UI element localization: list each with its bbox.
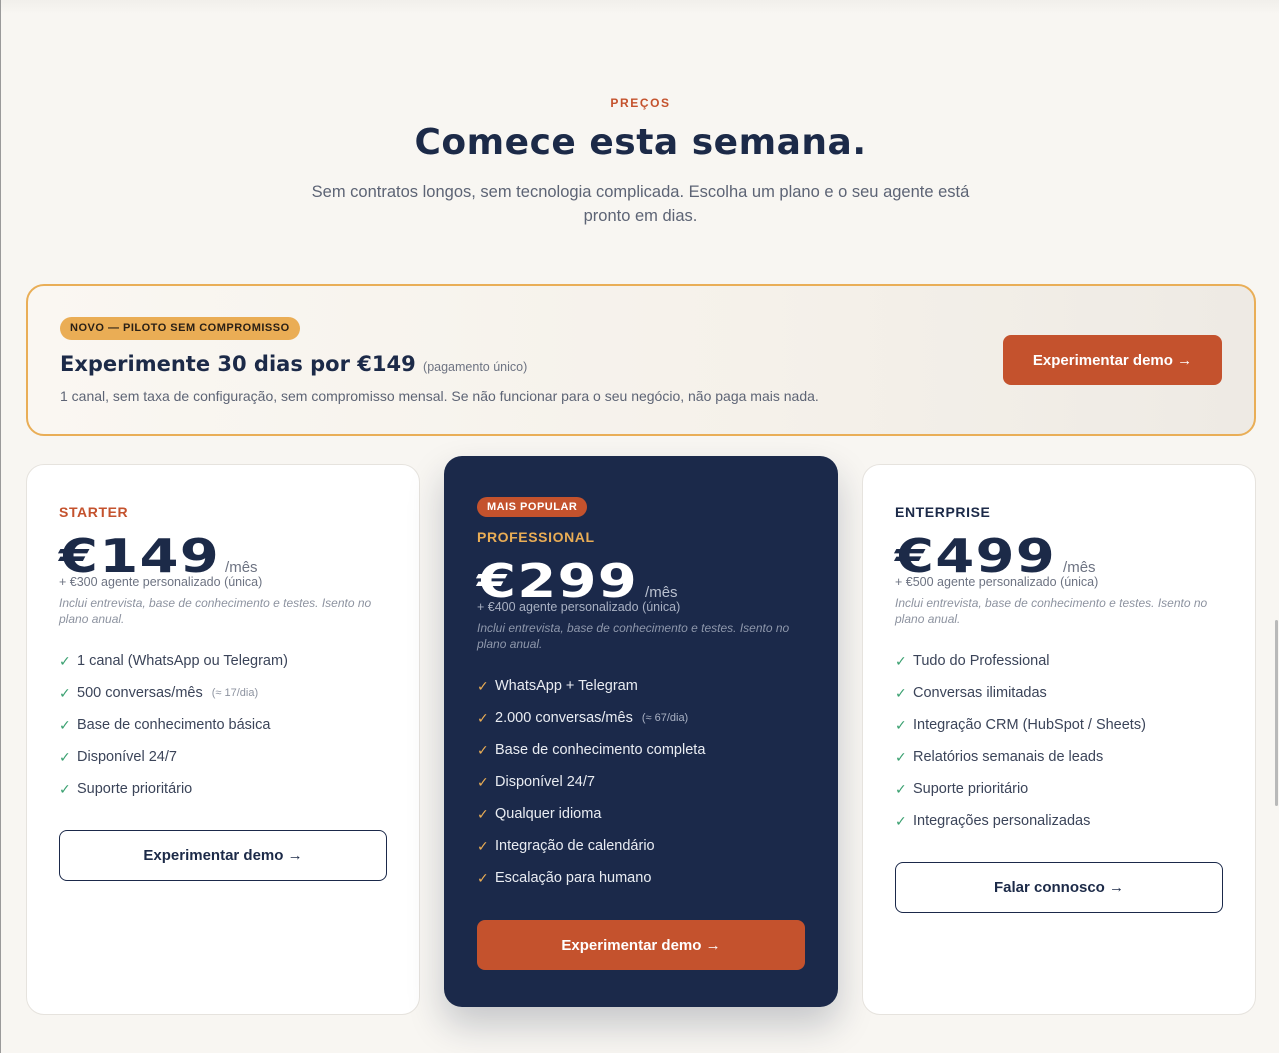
check-icon: ✓ [59,652,71,669]
feature-item: ✓ Disponível 24/7 [59,741,288,773]
pricing-page: PREÇOS Comece esta semana. Sem contratos… [0,0,1279,1053]
setup-note: Inclui entrevista, base de conhecimento … [477,621,790,651]
feature-note: (≈ 17/dia) [211,687,259,699]
setup-fee: + €300 agente personalizado (única) [59,575,263,589]
starter-demo-button[interactable]: Experimentar demo → [59,830,387,881]
feature-text: WhatsApp + Telegram [495,678,638,694]
feature-item: ✓ Suporte prioritário [59,773,288,805]
page-scrollbar[interactable] [1275,0,1279,1053]
feature-text: Base de conhecimento básica [77,717,271,733]
plan-period: /mês [1063,559,1096,576]
feature-text: Suporte prioritário [77,781,193,797]
feature-item: ✓ Integração CRM (HubSpot / Sheets) [895,709,1146,741]
plan-price: €299 [477,554,639,608]
professional-demo-button[interactable]: Experimentar demo → [477,920,805,970]
feature-item: ✓ WhatsApp + Telegram [477,670,705,702]
pilot-demo-button[interactable]: Experimentar demo → [1003,335,1222,385]
plan-card-professional: MAIS POPULAR PROFESSIONAL €299/mês + €40… [444,456,838,1007]
check-icon: ✓ [477,805,489,822]
plan-price: €499 [895,529,1057,583]
check-icon: ✓ [477,741,489,758]
price-row: €149/mês [59,533,258,579]
feature-item: ✓ Escalação para humano [477,862,705,894]
feature-text: 2.000 conversas/mês [495,710,633,726]
feature-item: ✓ 1 canal (WhatsApp ou Telegram) [59,645,288,677]
section-title: Comece esta semana. [414,122,867,163]
check-icon: ✓ [59,684,71,701]
plan-price: €149 [59,529,221,583]
check-icon: ✓ [477,837,489,854]
feature-item: ✓ Base de conhecimento completa [477,734,705,766]
pilot-banner: NOVO — PILOTO SEM COMPROMISSO Experiment… [26,284,1256,436]
setup-note: Inclui entrevista, base de conhecimento … [895,596,1208,626]
plan-card-enterprise: ENTERPRISE €499/mês + €500 agente person… [862,464,1256,1015]
feature-text: 1 canal (WhatsApp ou Telegram) [77,653,288,669]
feature-item: ✓ Qualquer idioma [477,798,705,830]
section-eyebrow: PREÇOS [610,96,671,110]
feature-item: ✓ Suporte prioritário [895,773,1146,805]
check-icon: ✓ [477,773,489,790]
plan-name: STARTER [59,504,129,520]
pilot-badge: NOVO — PILOTO SEM COMPROMISSO [60,317,300,340]
check-icon: ✓ [477,677,489,694]
feature-item: ✓ Base de conhecimento básica [59,709,288,741]
pilot-headline: Experimente 30 dias por €149 (pagamento … [60,352,527,376]
check-icon: ✓ [59,716,71,733]
plan-period: /mês [225,559,258,576]
scrollbar-thumb[interactable] [1275,620,1278,806]
check-icon: ✓ [895,748,907,765]
setup-fee: + €500 agente personalizado (única) [895,575,1099,589]
feature-list: ✓ 1 canal (WhatsApp ou Telegram) ✓ 500 con… [59,645,288,805]
feature-list: ✓ Tudo do Professional ✓ Conversas ilimita… [895,645,1146,837]
pilot-headline-note: (pagamento único) [423,360,528,374]
feature-text: Integração CRM (HubSpot / Sheets) [913,717,1146,733]
plan-period: /mês [645,584,678,601]
enterprise-contact-button[interactable]: Falar connosco → [895,862,1223,913]
check-icon: ✓ [59,780,71,797]
feature-item: ✓ 500 conversas/mês (≈ 17/dia) [59,677,288,709]
setup-fee: + €400 agente personalizado (única) [477,600,681,614]
feature-text: Conversas ilimitadas [913,685,1047,701]
check-icon: ✓ [477,869,489,886]
feature-note: (≈ 67/dia) [641,712,689,724]
feature-item: ✓ 2.000 conversas/mês (≈ 67/dia) [477,702,705,734]
pilot-description: 1 canal, sem taxa de configuração, sem c… [60,388,819,404]
feature-text: Base de conhecimento completa [495,742,706,758]
feature-item: ✓ Relatórios semanais de leads [895,741,1146,773]
price-row: €299/mês [477,558,678,604]
feature-text: Relatórios semanais de leads [913,749,1104,765]
section-subtitle: Sem contratos longos, sem tecnologia com… [311,183,970,225]
feature-text: 500 conversas/mês [77,685,203,701]
feature-text: Integração de calendário [495,838,655,854]
feature-text: Disponível 24/7 [495,774,595,790]
check-icon: ✓ [477,709,489,726]
plan-name: PROFESSIONAL [477,529,595,545]
check-icon: ✓ [895,780,907,797]
feature-item: ✓ Disponível 24/7 [477,766,705,798]
plan-name: ENTERPRISE [895,504,991,520]
feature-item: ✓ Integração de calendário [477,830,705,862]
feature-item: ✓ Tudo do Professional [895,645,1146,677]
feature-list: ✓ WhatsApp + Telegram ✓ 2.000 conversas/mê… [477,670,705,894]
pilot-headline-text: Experimente 30 dias por €149 [60,352,416,376]
popular-badge: MAIS POPULAR [477,497,588,517]
feature-item: ✓ Conversas ilimitadas [895,677,1146,709]
check-icon: ✓ [895,684,907,701]
feature-text: Escalação para humano [495,870,652,886]
feature-text: Disponível 24/7 [77,749,177,765]
feature-text: Integrações personalizadas [913,813,1091,829]
check-icon: ✓ [895,652,907,669]
feature-item: ✓ Integrações personalizadas [895,805,1146,837]
check-icon: ✓ [895,812,907,829]
plan-card-starter: STARTER €149/mês + €300 agente personali… [26,464,420,1015]
check-icon: ✓ [59,748,71,765]
price-row: €499/mês [895,533,1096,579]
feature-text: Suporte prioritário [913,781,1029,797]
check-icon: ✓ [895,716,907,733]
feature-text: Qualquer idioma [495,806,602,822]
feature-text: Tudo do Professional [913,653,1050,669]
setup-note: Inclui entrevista, base de conhecimento … [59,596,372,626]
